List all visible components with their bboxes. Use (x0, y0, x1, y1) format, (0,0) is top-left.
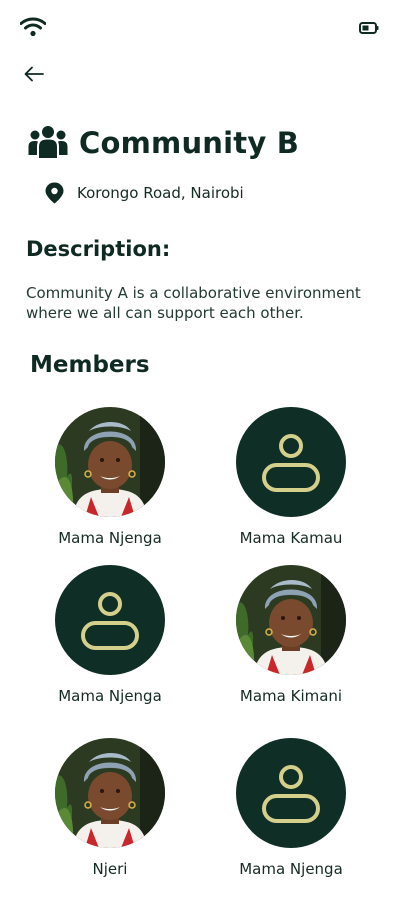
community-header: Community B (28, 125, 299, 161)
user-placeholder-icon (55, 565, 165, 675)
description-heading: Description: (26, 237, 171, 261)
battery-icon (359, 22, 379, 34)
member-name: Mama Njenga (58, 529, 162, 547)
status-bar (0, 0, 412, 56)
member-name: Njeri (92, 860, 128, 878)
location-pin-icon (45, 182, 64, 204)
member-card[interactable]: Mama Kamau (211, 407, 371, 547)
user-placeholder-icon (236, 407, 346, 517)
user-placeholder-icon (236, 738, 346, 848)
arrow-left-icon (24, 66, 44, 82)
location-row: Korongo Road, Nairobi (45, 182, 244, 204)
member-avatar-photo (55, 738, 165, 848)
member-card[interactable]: Mama Kimani (211, 565, 371, 705)
wifi-icon (20, 17, 46, 37)
member-avatar-photo (55, 407, 165, 517)
location-text: Korongo Road, Nairobi (77, 184, 244, 202)
page-title: Community B (79, 126, 300, 160)
member-card[interactable]: Njeri (30, 738, 190, 878)
member-name: Mama Njenga (239, 860, 343, 878)
member-card[interactable]: Mama Njenga (30, 565, 190, 705)
members-heading: Members (30, 352, 150, 378)
people-group-icon (28, 126, 68, 158)
member-card[interactable]: Mama Njenga (30, 407, 190, 547)
description-text: Community A is a collaborative environme… (26, 284, 361, 322)
member-name: Mama Kamau (239, 529, 343, 547)
member-name: Mama Kimani (239, 687, 343, 705)
back-button[interactable] (20, 60, 48, 88)
member-avatar-photo (236, 565, 346, 675)
member-card[interactable]: Mama Njenga (211, 738, 371, 878)
member-name: Mama Njenga (58, 687, 162, 705)
